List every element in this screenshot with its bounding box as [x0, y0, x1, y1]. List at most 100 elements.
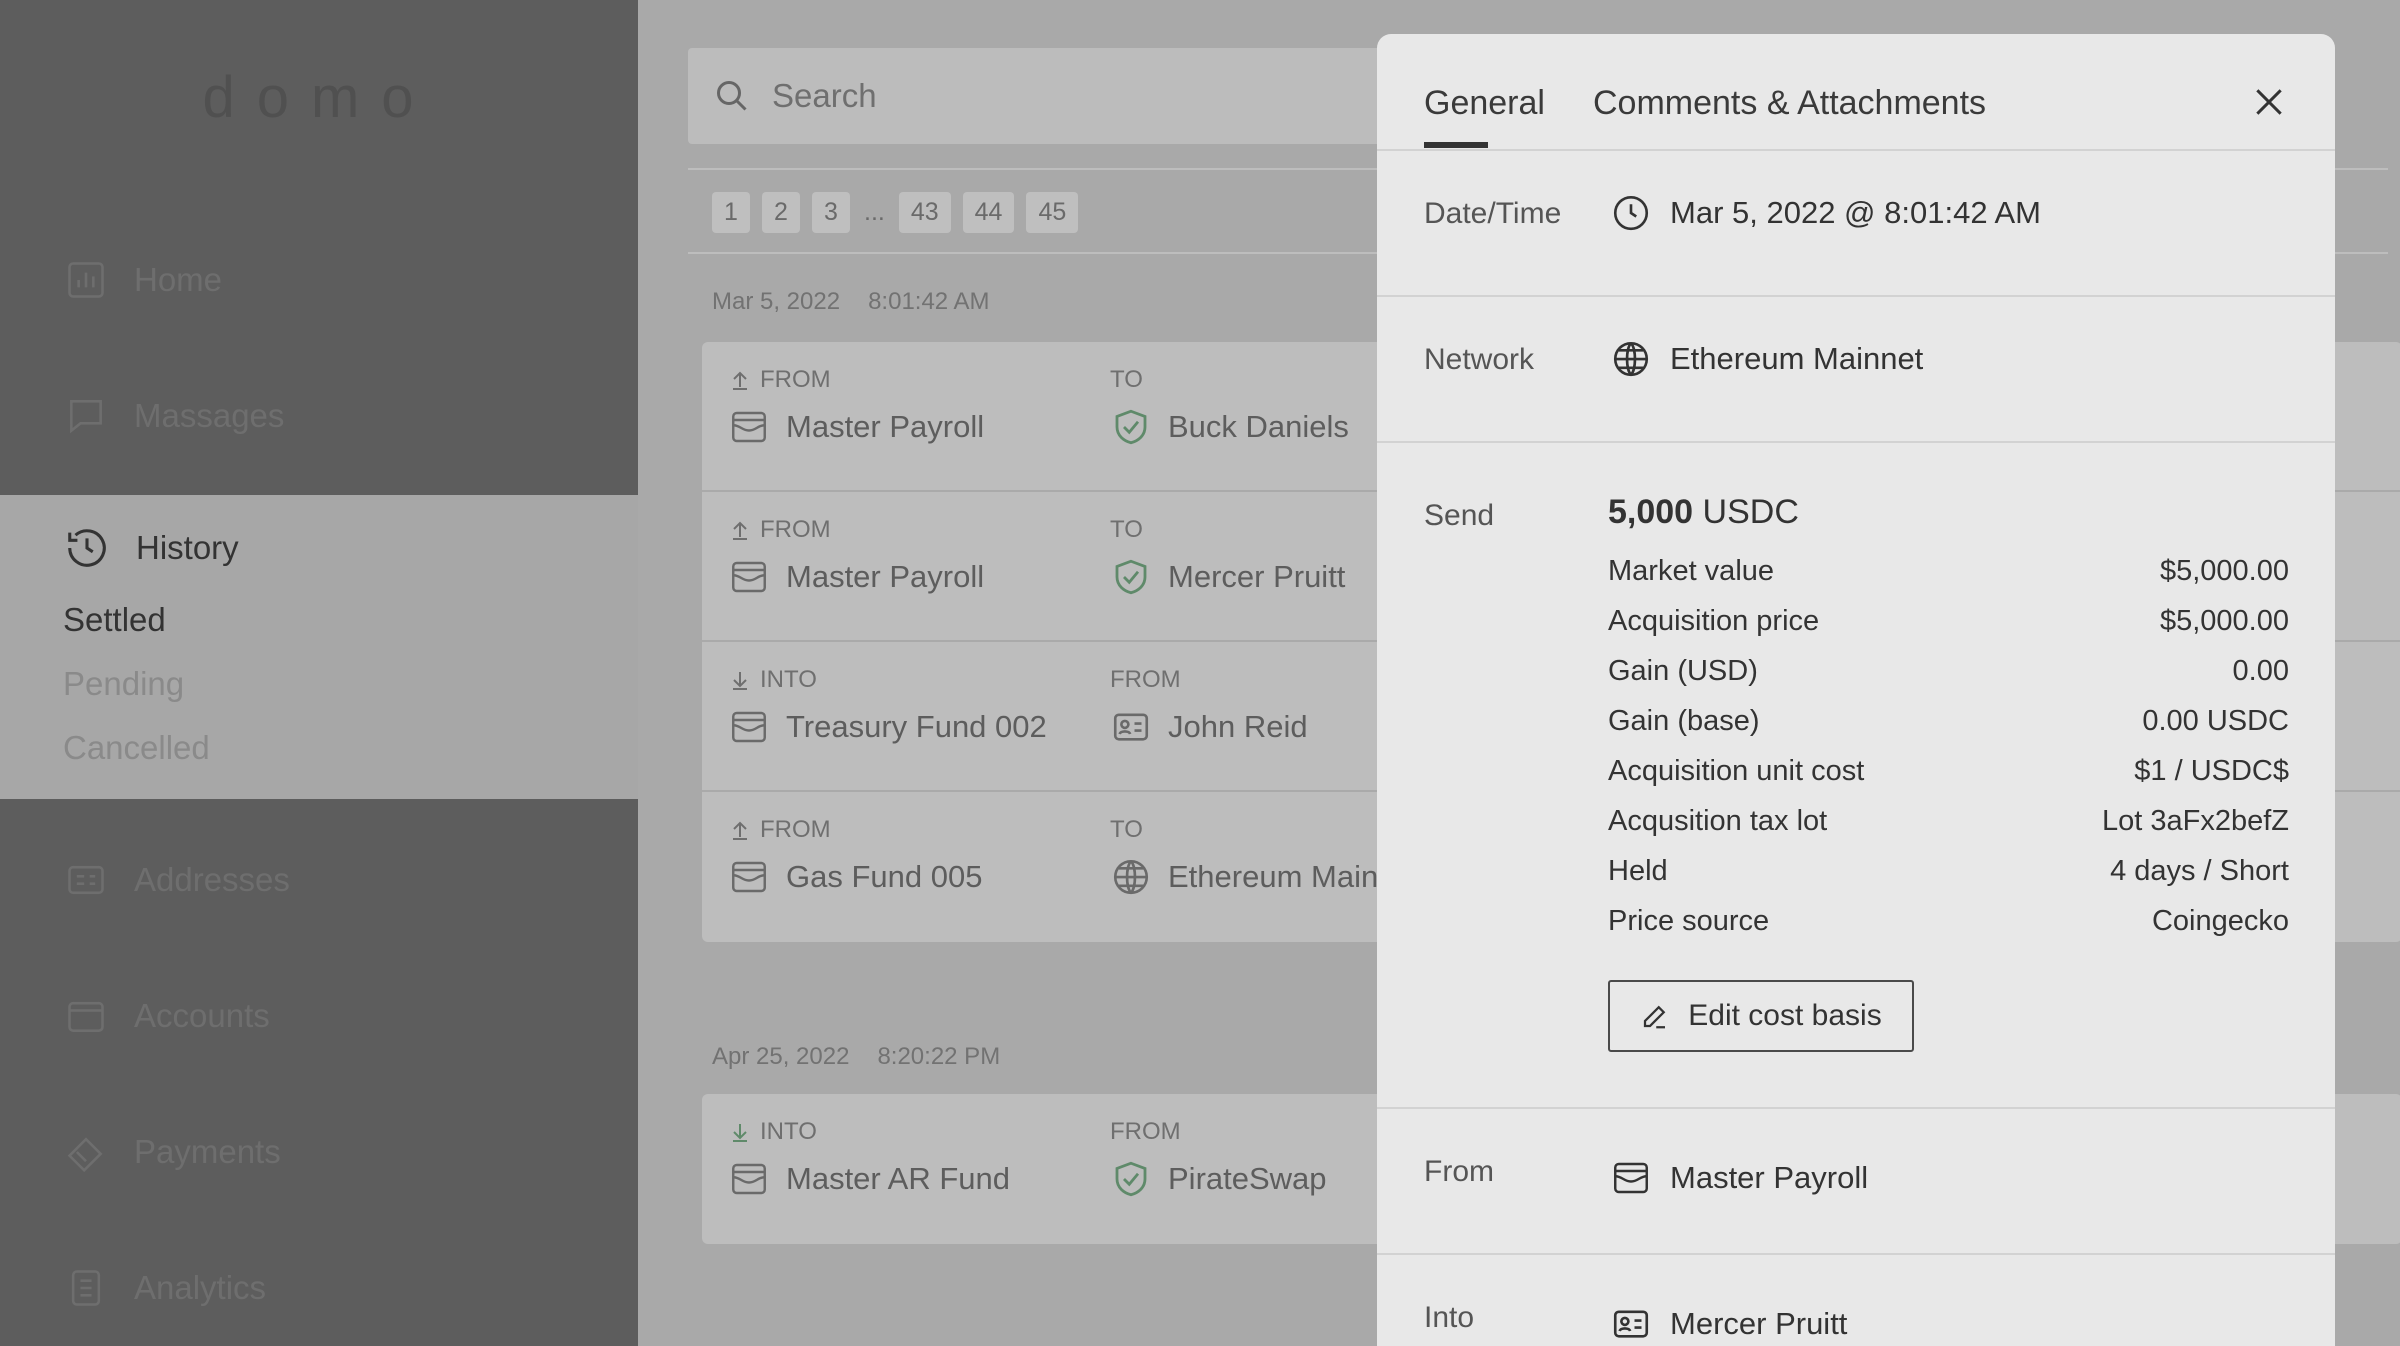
direction-label: FROM: [760, 816, 831, 843]
group-date: Mar 5, 2022: [712, 288, 841, 315]
wallet-icon: [732, 561, 766, 593]
counterparty-cell: TO Mercer Pruitt: [1110, 516, 1345, 598]
page-button[interactable]: 2: [762, 192, 800, 233]
group-time: 8:20:22 PM: [877, 1043, 1001, 1070]
detail-key: Market value: [1608, 555, 1775, 587]
arrow-down-icon: [733, 1124, 747, 1142]
detail-key: Held: [1608, 855, 1668, 887]
page-ellipsis: ...: [864, 198, 885, 226]
account-name: Master AR Fund: [786, 1161, 1010, 1196]
detail-value: $1 / USDC$: [2134, 755, 2289, 787]
source-cell: FROM Master Payroll: [728, 516, 984, 598]
sidebar-item-analytics[interactable]: Analytics: [64, 1266, 266, 1310]
detail-key: Gain (USD): [1608, 655, 1758, 687]
network-value: Ethereum Mainnet: [1670, 341, 1924, 376]
detail-row: Acquisition unit cost $1 / USDC$: [1608, 755, 2289, 788]
wallet-icon: [732, 411, 766, 443]
detail-value: $5,000.00: [2159, 605, 2289, 637]
tab-general[interactable]: General: [1424, 84, 1545, 123]
detail-row: Gain (base) 0.00 USDC: [1608, 705, 2289, 738]
counterparty-label: FROM: [1110, 1118, 1181, 1145]
sidebar-item-addresses[interactable]: Addresses: [64, 858, 290, 902]
into-label: Into: [1424, 1301, 1475, 1334]
sidebar-item-payments[interactable]: Payments: [64, 1130, 281, 1174]
history-icon: [68, 529, 106, 567]
direction-label: FROM: [760, 516, 831, 543]
logo: domo: [202, 65, 436, 130]
sidebar-item-history[interactable]: History: [64, 525, 239, 571]
sidebar: domo Home Massages History Settled Pendi…: [0, 0, 638, 1346]
history-section: History Settled Pending Cancelled: [0, 495, 638, 799]
datetime-value: Mar 5, 2022 @ 8:01:42 AM: [1670, 195, 2041, 230]
detail-value: 0.00: [2232, 655, 2289, 687]
page-button[interactable]: 45: [1026, 192, 1079, 233]
counterparty-label: FROM: [1110, 666, 1181, 693]
tab-comments-attachments[interactable]: Comments & Attachments: [1593, 84, 1986, 123]
from-label: From: [1424, 1155, 1494, 1188]
network-row: Network Ethereum Mainnet: [1377, 297, 2335, 443]
address-card-icon: [68, 865, 104, 895]
group-date: Apr 25, 2022: [712, 1043, 850, 1070]
arrow-down-icon: [733, 672, 747, 690]
wallet-icon: [68, 1001, 104, 1032]
source-cell: FROM Master Payroll: [728, 366, 984, 448]
sidebar-item-accounts[interactable]: Accounts: [64, 994, 270, 1038]
detail-row: Gain (USD) 0.00: [1608, 655, 2289, 688]
globe-icon: [1113, 859, 1149, 895]
group-date-header: Mar 5, 2022 8:01:42 AM: [712, 288, 990, 316]
detail-key: Acquisition unit cost: [1608, 755, 1865, 787]
detail-row: Held 4 days / Short: [1608, 855, 2289, 888]
counterparty-name: Buck Daniels: [1168, 409, 1349, 444]
source-cell: FROM Gas Fund 005: [728, 816, 982, 898]
detail-value: Coingecko: [2151, 905, 2289, 937]
sidebar-subitem-pending[interactable]: Pending: [63, 665, 184, 703]
direction-label: INTO: [760, 666, 817, 693]
sidebar-subitem-cancelled[interactable]: Cancelled: [63, 729, 210, 767]
search-input[interactable]: Search: [772, 77, 877, 115]
counterparty-cell: FROM John Reid: [1110, 666, 1308, 748]
arrow-up-icon: [733, 521, 747, 540]
globe-icon: [1613, 341, 1649, 377]
detail-key: Price source: [1608, 905, 1770, 937]
contact-card-icon: [1113, 713, 1149, 741]
wallet-icon: [732, 861, 766, 893]
into-value: Mercer Pruitt: [1670, 1306, 1848, 1341]
source-cell: INTO Treasury Fund 002: [728, 666, 1047, 748]
page-button[interactable]: 43: [898, 192, 951, 233]
from-row: From Master Payroll: [1377, 1109, 2335, 1255]
detail-value: 0.00 USDC: [2142, 705, 2289, 737]
detail-row: Market value $5,000.00: [1608, 555, 2289, 588]
pencil-icon: [1644, 1005, 1666, 1029]
counterparty-label: TO: [1110, 816, 1143, 843]
counterparty-name: Mercer Pruitt: [1168, 559, 1346, 594]
sidebar-item-label: Massages: [134, 397, 285, 434]
sidebar-item-home[interactable]: Home: [64, 258, 222, 302]
page-button[interactable]: 1: [712, 192, 750, 233]
counterparty-label: TO: [1110, 366, 1143, 393]
detail-value: $5,000.00: [2159, 555, 2289, 587]
verified-shield-icon: [1115, 1161, 1147, 1197]
close-icon[interactable]: [2249, 82, 2289, 122]
page-button[interactable]: 44: [962, 192, 1015, 233]
page-button[interactable]: 3: [812, 192, 850, 233]
chat-bubble-icon: [70, 400, 102, 434]
edit-cost-basis-button[interactable]: Edit cost basis: [1608, 980, 1914, 1052]
sidebar-item-label: Home: [134, 261, 223, 298]
sidebar-item-label: History: [136, 529, 239, 566]
from-value: Master Payroll: [1670, 1160, 1869, 1195]
counterparty-cell: FROM PirateSwap: [1110, 1118, 1327, 1200]
send-amount: 5,000 USDC: [1608, 493, 1799, 532]
sidebar-item-label: Payments: [134, 1133, 281, 1170]
counterparty-name: John Reid: [1168, 709, 1308, 744]
home-icon: [68, 262, 104, 298]
group-date-header: Apr 25, 2022 8:20:22 PM: [712, 1043, 1000, 1071]
amount-value: 5,000: [1608, 493, 1694, 531]
sidebar-item-massages[interactable]: Massages: [64, 394, 284, 438]
counterparty-cell: TO Ethereum Mainnet: [1110, 816, 1421, 898]
amount-unit: USDC: [1702, 493, 1799, 531]
sidebar-subitem-settled[interactable]: Settled: [63, 601, 166, 639]
verified-shield-icon: [1115, 409, 1147, 445]
detail-value: Lot 3aFx2befZ: [2102, 805, 2289, 837]
arrow-up-icon: [733, 821, 747, 840]
into-row: Into Mercer Pruitt: [1377, 1255, 2335, 1346]
